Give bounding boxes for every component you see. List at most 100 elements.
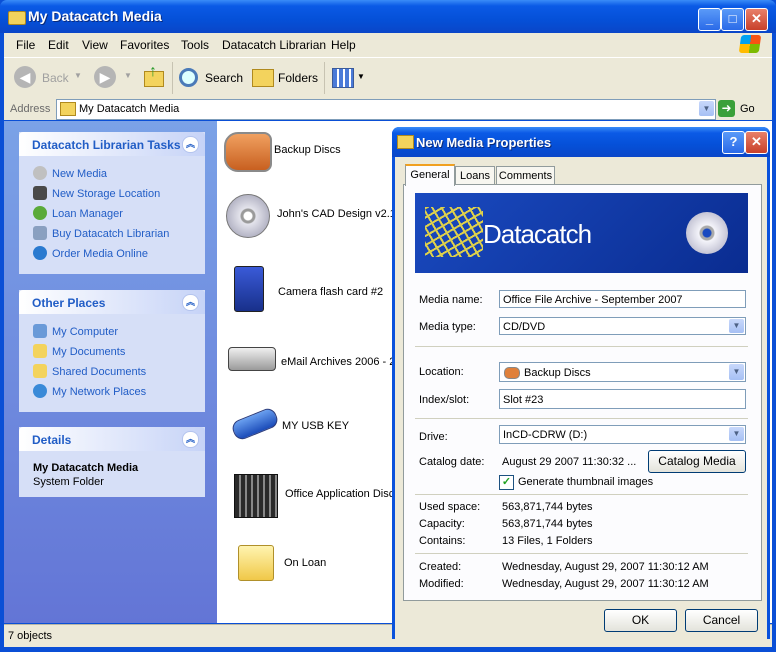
- task-new-media[interactable]: New Media: [33, 166, 107, 180]
- tab-comments[interactable]: Comments: [496, 166, 555, 185]
- chevron-down-icon[interactable]: ▼: [729, 427, 744, 441]
- index-slot-label: Index/slot:: [419, 394, 470, 406]
- file-item-on-loan[interactable]: On Loan: [218, 535, 394, 595]
- task-buy-datacatch[interactable]: Buy Datacatch Librarian: [33, 226, 169, 240]
- back-dropdown-icon: ▼: [74, 71, 82, 80]
- ok-button[interactable]: OK: [604, 609, 677, 632]
- menu-file[interactable]: File: [16, 38, 35, 52]
- file-item-office-application-disc[interactable]: Office Application Disc: [218, 468, 394, 528]
- documents-icon: [33, 344, 47, 358]
- folders-button[interactable]: Folders: [250, 66, 318, 90]
- address-label: Address: [10, 103, 51, 115]
- menu-view[interactable]: View: [82, 38, 108, 52]
- used-space-value: 563,871,744 bytes: [502, 501, 593, 513]
- file-item-backup-discs[interactable]: Backup Discs: [218, 124, 394, 184]
- globe-icon: [33, 246, 47, 260]
- place-my-documents[interactable]: My Documents: [33, 344, 125, 358]
- back-button[interactable]: ◀ Back ▼: [14, 66, 82, 90]
- task-order-media[interactable]: Order Media Online: [33, 246, 148, 260]
- file-item-my-usb-key[interactable]: MY USB KEY: [218, 400, 394, 460]
- status-text: 7 objects: [8, 630, 53, 642]
- task-loan-manager[interactable]: Loan Manager: [33, 206, 123, 220]
- catalog-media-button[interactable]: Catalog Media: [648, 450, 746, 473]
- cancel-button[interactable]: Cancel: [685, 609, 758, 632]
- drive-select[interactable]: InCD-CDRW (D:) ▼: [499, 425, 746, 444]
- index-slot-input[interactable]: Slot #23: [499, 389, 746, 409]
- file-item-johns-cad[interactable]: John's CAD Design v2.1: [218, 188, 396, 248]
- separator: [415, 494, 748, 495]
- separator: [415, 418, 748, 419]
- dialog-folder-icon: [397, 135, 414, 149]
- windows-logo-icon: [738, 35, 762, 53]
- contains-value: 13 Files, 1 Folders: [502, 535, 593, 547]
- forward-button[interactable]: ▶ ▼: [94, 66, 134, 90]
- details-title: Details: [32, 433, 72, 447]
- go-label: Go: [740, 103, 755, 115]
- details-type: System Folder: [33, 476, 104, 488]
- dialog-close-button[interactable]: ✕: [745, 131, 768, 154]
- details-header[interactable]: Details ︽: [19, 427, 205, 451]
- chevron-down-icon[interactable]: ▼: [729, 319, 744, 333]
- place-my-network-places[interactable]: My Network Places: [33, 384, 146, 398]
- forward-dropdown-icon: ▼: [124, 71, 132, 80]
- thumbnail-checkbox[interactable]: ✓: [499, 475, 514, 490]
- minimize-button[interactable]: _: [698, 8, 721, 31]
- dialog-help-button[interactable]: ?: [722, 131, 745, 154]
- file-item-email-archives[interactable]: eMail Archives 2006 - 2: [218, 335, 395, 395]
- go-button[interactable]: ➜ Go: [718, 99, 768, 119]
- details-name: My Datacatch Media: [33, 462, 139, 474]
- separator: [415, 346, 748, 347]
- task-new-storage-location[interactable]: New Storage Location: [33, 186, 160, 200]
- modified-label: Modified:: [419, 578, 464, 590]
- toolbar: ◀ Back ▼ ▶ ▼ ↑ Search Folders ▼: [4, 57, 772, 99]
- address-input[interactable]: My Datacatch Media ▼: [56, 99, 716, 120]
- datacatch-banner: Datacatch: [415, 193, 748, 273]
- banner-brand: Datacatch: [483, 219, 592, 249]
- network-icon: [33, 384, 47, 398]
- storage-icon: [33, 186, 47, 200]
- search-button[interactable]: Search: [179, 66, 243, 90]
- toolbar-separator: [172, 62, 173, 94]
- address-dropdown-button[interactable]: ▼: [699, 101, 714, 116]
- views-button[interactable]: ▼: [332, 66, 366, 90]
- menu-help[interactable]: Help: [331, 38, 356, 52]
- collapse-chevron-icon[interactable]: ︽: [182, 136, 199, 153]
- menu-favorites[interactable]: Favorites: [120, 38, 169, 52]
- tab-loans[interactable]: Loans: [455, 166, 495, 185]
- views-grid-icon: [332, 68, 354, 88]
- folders-label: Folders: [278, 71, 319, 85]
- computer-icon: [33, 324, 47, 338]
- media-name-label: Media name:: [419, 294, 483, 306]
- location-select[interactable]: Backup Discs ▼: [499, 362, 746, 382]
- collapse-chevron-icon[interactable]: ︽: [182, 431, 199, 448]
- tab-general[interactable]: General: [405, 164, 455, 186]
- menu-bar: File Edit View Favorites Tools Datacatch…: [4, 33, 772, 57]
- location-value: Backup Discs: [524, 367, 591, 379]
- tasks-panel-title: Datacatch Librarian Tasks: [32, 138, 181, 152]
- separator: [415, 553, 748, 554]
- buy-icon: [33, 226, 47, 240]
- up-folder-button[interactable]: ↑: [142, 63, 166, 89]
- other-places-header[interactable]: Other Places ︽: [19, 290, 205, 314]
- chevron-down-icon[interactable]: ▼: [729, 364, 744, 380]
- maximize-button[interactable]: □: [721, 8, 744, 31]
- capacity-value: 563,871,744 bytes: [502, 518, 593, 530]
- up-arrow-icon: ↑: [149, 63, 157, 80]
- media-name-input[interactable]: Office File Archive - September 2007: [499, 290, 746, 308]
- place-my-computer[interactable]: My Computer: [33, 324, 118, 338]
- media-type-label: Media type:: [419, 321, 476, 333]
- menu-datacatch-librarian[interactable]: Datacatch Librarian: [222, 38, 326, 52]
- close-button[interactable]: ✕: [745, 8, 768, 31]
- media-type-select[interactable]: CD/DVD ▼: [499, 317, 746, 335]
- collapse-chevron-icon[interactable]: ︽: [182, 294, 199, 311]
- created-value: Wednesday, August 29, 2007 11:30:12 AM: [502, 561, 709, 573]
- place-shared-documents[interactable]: Shared Documents: [33, 364, 146, 378]
- file-item-camera-flash-card[interactable]: Camera flash card #2: [218, 262, 394, 322]
- tasks-panel-header[interactable]: Datacatch Librarian Tasks ︽: [19, 132, 205, 156]
- back-label: Back: [42, 71, 69, 85]
- window-title: My Datacatch Media: [28, 8, 162, 24]
- search-label: Search: [205, 71, 244, 85]
- menu-tools[interactable]: Tools: [181, 38, 209, 52]
- folder-icon: [8, 11, 26, 25]
- menu-edit[interactable]: Edit: [48, 38, 69, 52]
